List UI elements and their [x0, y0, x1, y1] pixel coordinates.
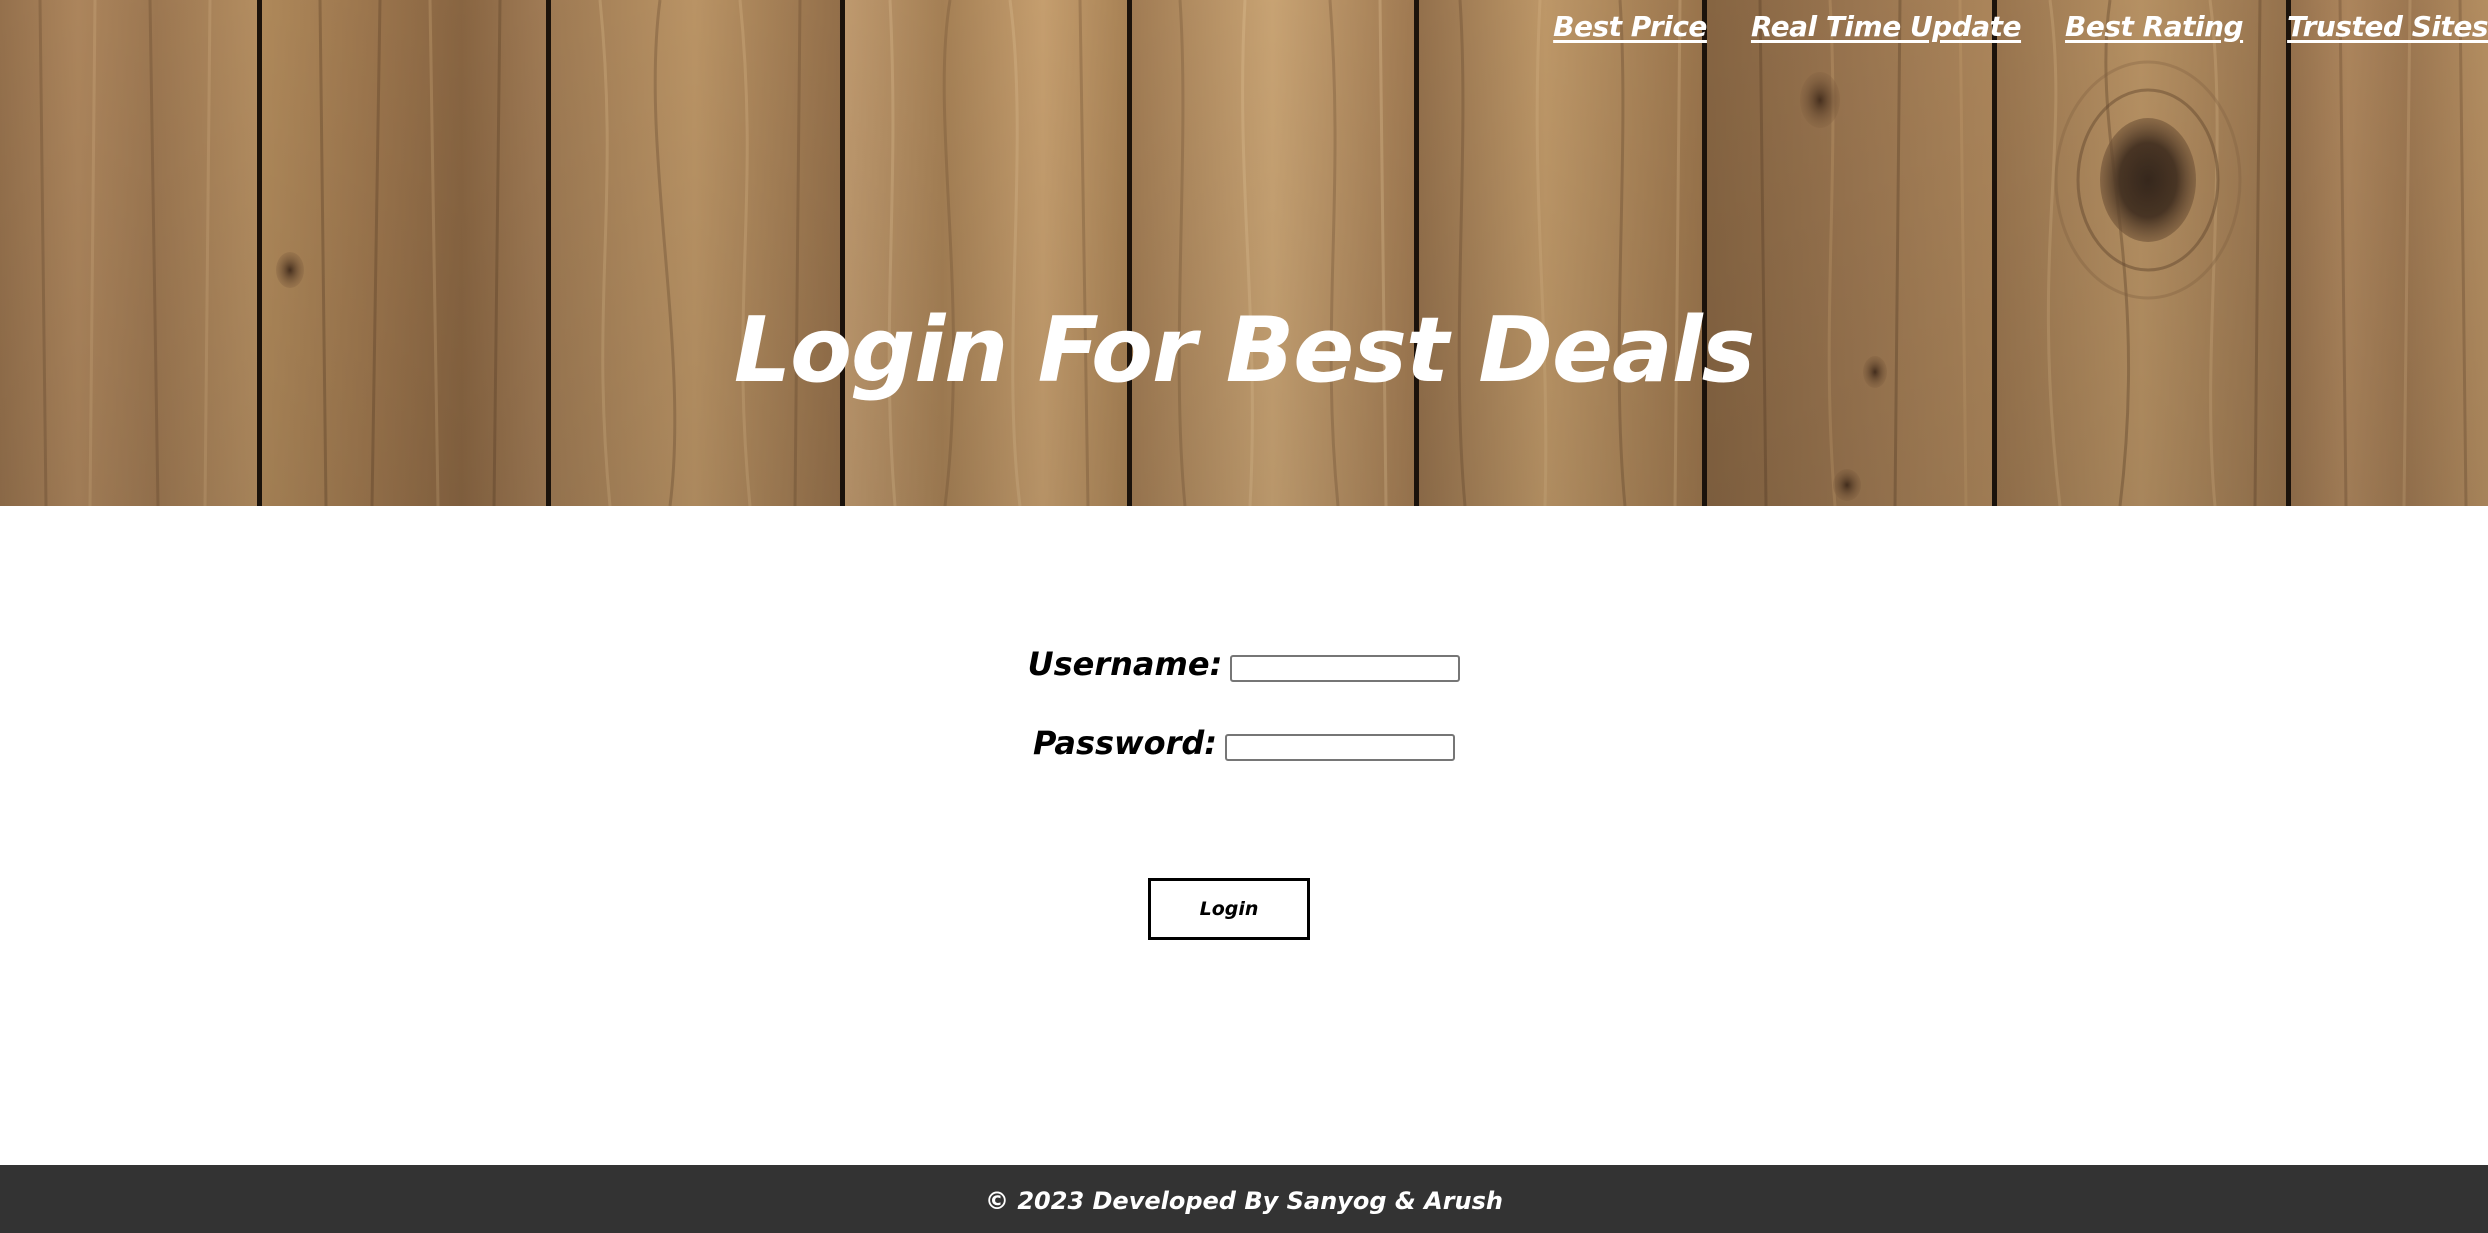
- wood-planks-background: [0, 0, 2488, 506]
- hero-banner: Best Price Real Time Update Best Rating …: [0, 0, 2488, 506]
- username-label: Username:: [1027, 645, 1223, 683]
- username-input[interactable]: [1230, 654, 1461, 682]
- password-label: Password:: [1032, 724, 1218, 762]
- nav-link-trusted-sites[interactable]: Trusted Sites: [2287, 10, 2488, 43]
- page-title: Login For Best Deals: [733, 298, 1755, 403]
- footer-copyright: © 2023 Developed By Sanyog & Arush: [984, 1187, 1503, 1215]
- nav-link-best-rating[interactable]: Best Rating: [2065, 10, 2244, 43]
- nav-link-best-price[interactable]: Best Price: [1553, 10, 1707, 43]
- username-row: Username:: [0, 645, 2488, 683]
- password-row: Password:: [0, 724, 2488, 762]
- login-button[interactable]: Login: [1148, 878, 1310, 940]
- footer: © 2023 Developed By Sanyog & Arush: [0, 1165, 2488, 1233]
- top-nav: Best Price Real Time Update Best Rating …: [1509, 6, 2488, 46]
- nav-link-real-time-update[interactable]: Real Time Update: [1751, 10, 2022, 43]
- password-input[interactable]: [1225, 733, 1456, 761]
